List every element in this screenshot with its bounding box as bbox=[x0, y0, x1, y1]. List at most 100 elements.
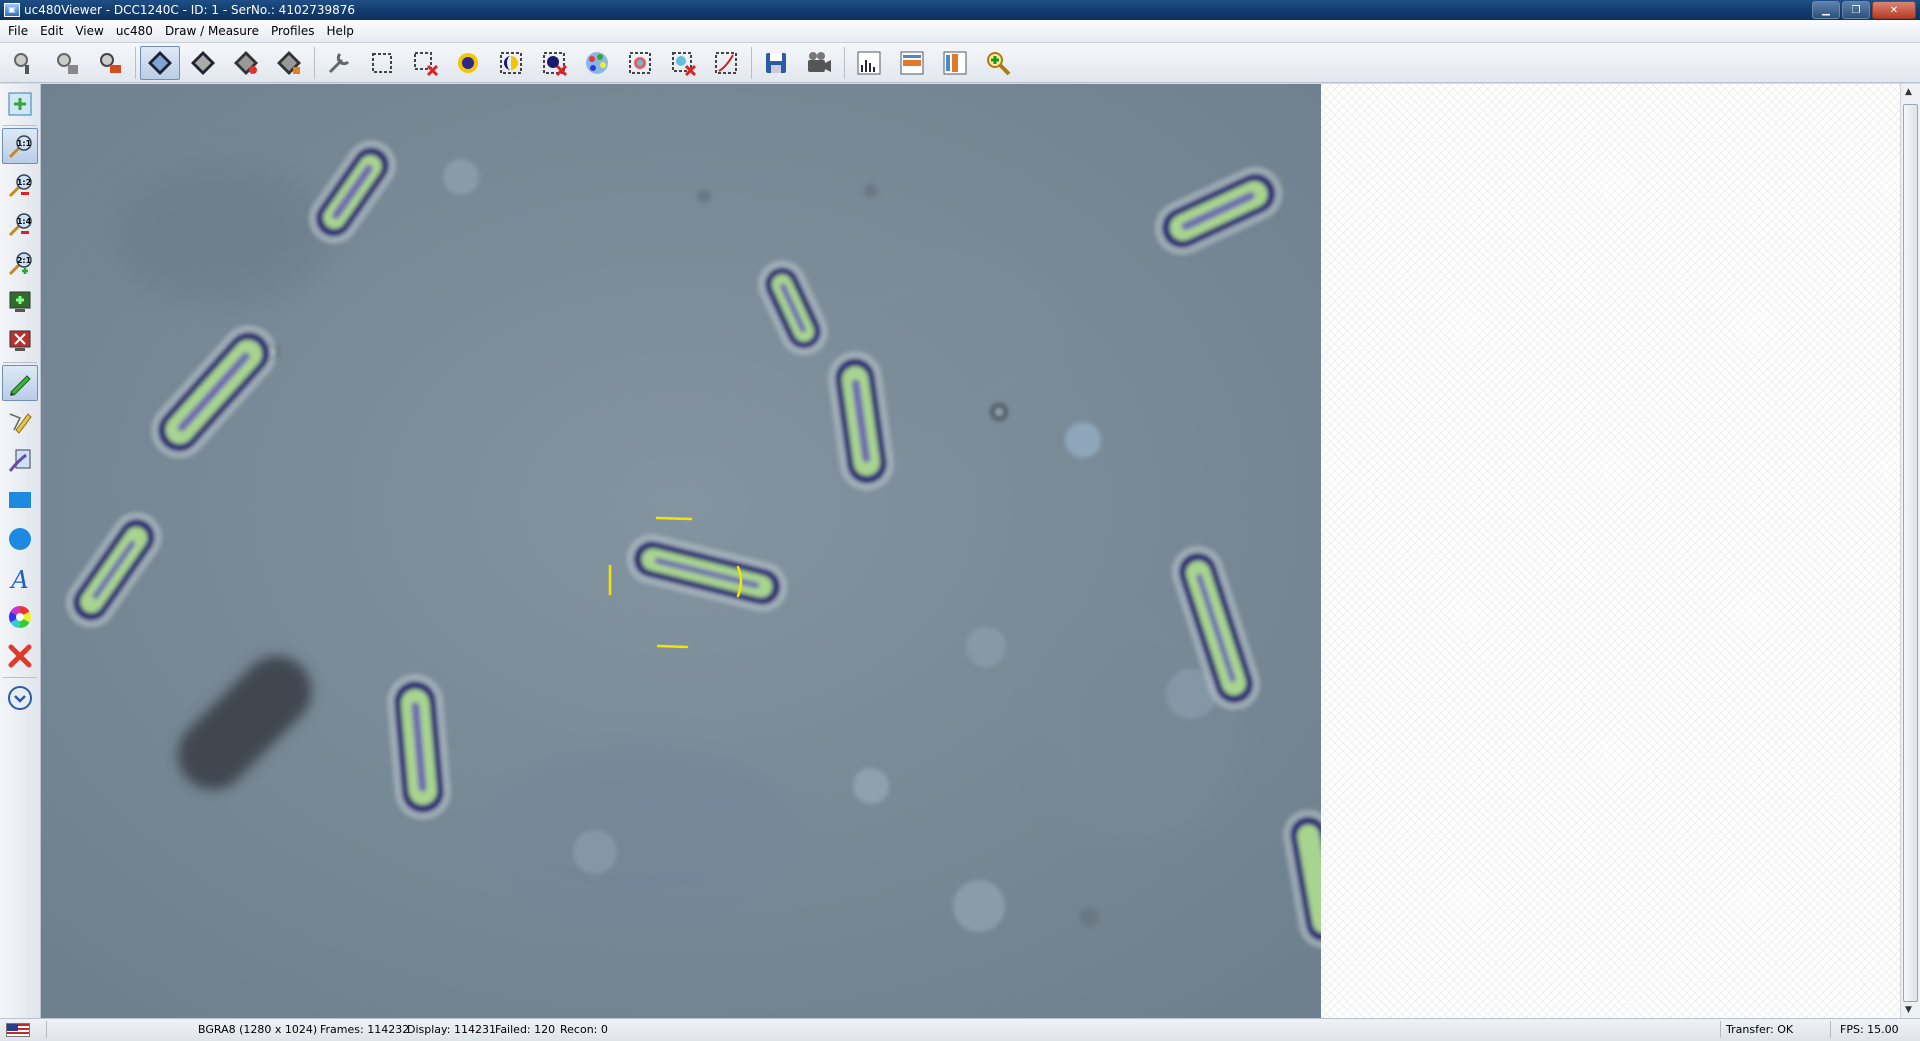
title-bar: ▣ uc480Viewer - DCC1240C - ID: 1 - SerNo… bbox=[0, 0, 1920, 20]
color-wheel-button[interactable] bbox=[2, 599, 38, 635]
clock-button[interactable] bbox=[2, 680, 38, 716]
hot-pixel-icon bbox=[500, 51, 522, 74]
line-profile-button[interactable] bbox=[892, 46, 932, 80]
rectangle-button[interactable] bbox=[2, 482, 38, 518]
hot-pixel-off-button[interactable] bbox=[534, 46, 574, 80]
menu-view[interactable]: View bbox=[69, 24, 109, 38]
save-image-button[interactable] bbox=[756, 46, 796, 80]
text-button[interactable]: A bbox=[2, 560, 38, 596]
circle-button[interactable] bbox=[2, 521, 38, 557]
delete-drawing-button[interactable] bbox=[2, 638, 38, 674]
uc480-camera-icon: ▣ bbox=[4, 3, 20, 17]
column-profile-button[interactable] bbox=[935, 46, 975, 80]
status-recon: Recon: 0 bbox=[560, 1023, 608, 1036]
display-on-button[interactable] bbox=[2, 284, 38, 320]
toolbar-separator bbox=[844, 46, 845, 79]
aoi-icon bbox=[372, 52, 392, 73]
camera-properties-button[interactable] bbox=[319, 46, 359, 80]
pencil-button[interactable] bbox=[2, 365, 38, 401]
display-on-icon bbox=[9, 291, 31, 312]
toolbar-separator bbox=[135, 46, 136, 79]
live-video-button[interactable] bbox=[140, 45, 180, 80]
status-format: BGRA8 (1280 x 1024) bbox=[198, 1023, 318, 1036]
clock-icon bbox=[8, 686, 32, 710]
polyline-icon bbox=[9, 413, 32, 434]
status-transfer: Transfer: OK bbox=[1726, 1023, 1794, 1036]
delete-drawing-icon bbox=[8, 644, 32, 668]
camera-image-view[interactable] bbox=[41, 84, 1321, 1018]
toolbar-separator bbox=[314, 46, 315, 79]
save-image-icon bbox=[766, 52, 786, 73]
color-palette-button[interactable] bbox=[577, 46, 617, 80]
main-toolbar bbox=[0, 43, 1920, 83]
zoom-1-4-button[interactable]: 1:4 bbox=[2, 206, 38, 242]
hot-pixel-button[interactable] bbox=[491, 46, 531, 80]
histogram-button[interactable] bbox=[849, 46, 889, 80]
text-icon: A bbox=[9, 566, 28, 592]
zoom-1-2-icon: 1:2 bbox=[8, 174, 32, 198]
color-wheel-icon bbox=[9, 606, 31, 628]
ruler-button[interactable] bbox=[706, 46, 746, 80]
video-camera-icon bbox=[808, 51, 831, 72]
image-adjust-reset-button[interactable] bbox=[663, 46, 703, 80]
zoom-1-4-icon: 1:4 bbox=[8, 213, 32, 237]
menu-draw-measure[interactable]: Draw / Measure bbox=[159, 24, 265, 38]
status-separator bbox=[1830, 1021, 1831, 1038]
snapshot-button[interactable] bbox=[183, 46, 223, 80]
menu-help[interactable]: Help bbox=[321, 24, 360, 38]
measure-button[interactable] bbox=[2, 443, 38, 479]
image-adjust-icon bbox=[629, 51, 651, 74]
menu-uc480[interactable]: uc480 bbox=[110, 24, 159, 38]
menu-bar: File Edit View uc480 Draw / Measure Prof… bbox=[0, 20, 1920, 43]
display-off-button[interactable] bbox=[2, 323, 38, 359]
aoi-reset-button[interactable] bbox=[405, 46, 445, 80]
fit-to-window-button[interactable] bbox=[2, 86, 38, 122]
text-tool-label: A bbox=[9, 566, 28, 592]
image-adjust-button[interactable] bbox=[620, 46, 660, 80]
menu-file[interactable]: File bbox=[0, 24, 34, 38]
open-camera-settings-icon bbox=[57, 52, 78, 74]
us-flag-icon bbox=[6, 1023, 30, 1037]
scroll-up-arrow-icon[interactable]: ▲ bbox=[1905, 87, 1912, 97]
zoom-1-1-button[interactable]: 1:1 bbox=[2, 128, 38, 164]
status-failed: Failed: 120 bbox=[495, 1023, 556, 1036]
polyline-button[interactable] bbox=[2, 404, 38, 440]
status-display: Display: 114231 bbox=[407, 1023, 496, 1036]
scrollbar-thumb[interactable] bbox=[1903, 104, 1918, 1002]
menu-profiles[interactable]: Profiles bbox=[265, 24, 321, 38]
vertical-scrollbar[interactable]: ▲ ▼ bbox=[1900, 84, 1920, 1018]
toolbar-separator bbox=[751, 46, 752, 79]
video-camera-button[interactable] bbox=[799, 46, 839, 80]
ruler-icon bbox=[715, 51, 737, 74]
camera-properties-icon bbox=[328, 52, 350, 73]
open-camera-button[interactable] bbox=[4, 46, 44, 80]
aoi-button[interactable] bbox=[362, 46, 402, 80]
scroll-down-arrow-icon[interactable]: ▼ bbox=[1905, 1005, 1912, 1015]
close-camera-button[interactable] bbox=[90, 46, 130, 80]
minimize-button[interactable]: ▁ bbox=[1812, 1, 1840, 19]
menu-edit[interactable]: Edit bbox=[34, 24, 69, 38]
measure-icon bbox=[8, 449, 31, 472]
zoom-in-button[interactable] bbox=[978, 46, 1018, 80]
microscope-image bbox=[41, 84, 1321, 1018]
image-adjust-reset-icon bbox=[672, 51, 697, 76]
open-camera-settings-button[interactable] bbox=[47, 46, 87, 80]
status-fps: FPS: 15.00 bbox=[1840, 1023, 1899, 1036]
zoom-1-1-icon: 1:1 bbox=[8, 135, 32, 159]
close-button[interactable]: ✕ bbox=[1872, 1, 1916, 19]
live-video-record-icon bbox=[234, 50, 258, 75]
stop-video-button[interactable] bbox=[269, 46, 309, 80]
auto-exposure-button[interactable] bbox=[448, 46, 488, 80]
restore-button[interactable]: ❐ bbox=[1842, 1, 1870, 19]
color-palette-icon bbox=[586, 51, 608, 74]
zoom-1-2-button[interactable]: 1:2 bbox=[2, 167, 38, 203]
live-video-record-button[interactable] bbox=[226, 46, 266, 80]
stop-video-icon bbox=[277, 50, 301, 75]
toolbar-separator bbox=[3, 677, 37, 678]
rectangle-icon bbox=[9, 492, 31, 508]
left-toolbar: 1:1 1:2 1:4 2:1 A bbox=[0, 84, 41, 1018]
aoi-reset-icon bbox=[414, 51, 439, 76]
toolbar-separator bbox=[3, 362, 37, 363]
zoom-2-1-button[interactable]: 2:1 bbox=[2, 245, 38, 281]
zoom-in-icon bbox=[987, 51, 1011, 75]
